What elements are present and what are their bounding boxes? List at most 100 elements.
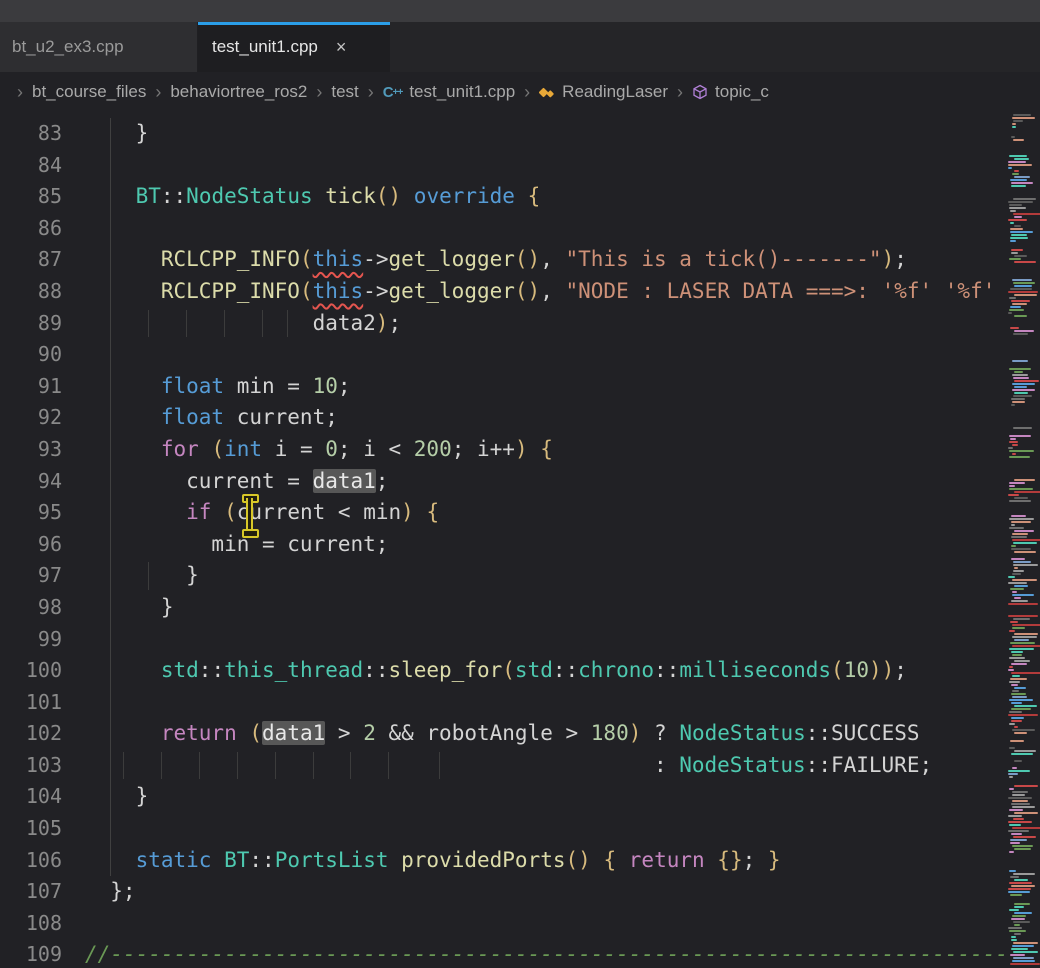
code-line-101[interactable]: 101 [0, 687, 1021, 719]
code-token: NodeStatus [186, 184, 312, 208]
code-area[interactable]: 83 }8485 BT::NodeStatus tick() override … [0, 118, 1021, 968]
line-number[interactable]: 102 [0, 718, 62, 750]
code-token: ::FAILURE; [806, 753, 932, 777]
breadcrumb-item-test[interactable]: test [331, 82, 358, 102]
code-token: current; [224, 405, 338, 429]
close-icon[interactable]: × [336, 38, 347, 56]
minimap-line [1008, 669, 1014, 671]
minimap-line [1008, 291, 1038, 293]
line-number[interactable]: 89 [0, 308, 62, 340]
line-number[interactable]: 87 [0, 244, 62, 276]
minimap-line [1012, 594, 1034, 596]
line-number[interactable]: 97 [0, 560, 62, 592]
minimap-line [1008, 164, 1032, 166]
minimap-line [1014, 879, 1028, 881]
line-number[interactable]: 99 [0, 624, 62, 656]
minimap-line [1012, 915, 1026, 917]
breadcrumb-item-bt_course_files[interactable]: bt_course_files [32, 82, 146, 102]
code-token: current < min [237, 500, 401, 524]
code-line-84[interactable]: 84 [0, 150, 1021, 182]
code-line-89[interactable]: 89 data2); [0, 308, 1021, 340]
code-line-94[interactable]: 94 current = data1; [0, 466, 1021, 498]
breadcrumb-label: bt_course_files [32, 82, 146, 102]
minimap-line [1009, 500, 1031, 502]
code-text: min = current; [85, 529, 388, 561]
code-line-95[interactable]: 95 if (current < min) { [0, 497, 1021, 529]
line-number[interactable]: 91 [0, 371, 62, 403]
code-line-86[interactable]: 86 [0, 213, 1021, 245]
line-number[interactable]: 93 [0, 434, 62, 466]
minimap-line [1011, 398, 1025, 400]
code-line-108[interactable]: 108 [0, 908, 1021, 940]
code-token: 180 [591, 721, 629, 745]
tab-test_unit1[interactable]: test_unit1.cpp × [198, 22, 390, 72]
minimap-line [1011, 136, 1015, 138]
line-number[interactable]: 84 [0, 150, 62, 182]
indent-guide [224, 310, 225, 338]
line-number[interactable]: 98 [0, 592, 62, 624]
code-line-91[interactable]: 91 float min = 10; [0, 371, 1021, 403]
code-token: {} [717, 848, 742, 872]
breadcrumb-item-behaviortree_ros2[interactable]: behaviortree_ros2 [170, 82, 307, 102]
minimap-line [1014, 261, 1036, 263]
editor[interactable]: 83 }8485 BT::NodeStatus tick() override … [0, 112, 1040, 968]
line-number[interactable]: 94 [0, 466, 62, 498]
code-token: && robotAngle > [376, 721, 591, 745]
code-line-100[interactable]: 100 std::this_thread::sleep_for(std::chr… [0, 655, 1021, 687]
code-line-88[interactable]: 88 RCLCPP_INFO(this->get_logger(), "NODE… [0, 276, 1021, 308]
minimap-line [1014, 726, 1018, 728]
code-line-107[interactable]: 107 }; [0, 876, 1021, 908]
code-line-92[interactable]: 92 float current; [0, 402, 1021, 434]
code-line-105[interactable]: 105 [0, 813, 1021, 845]
line-number[interactable]: 92 [0, 402, 62, 434]
breadcrumb-item-ReadingLaser[interactable]: ReadingLaser [539, 82, 668, 102]
tab-bt_u2_ex3[interactable]: bt_u2_ex3.cpp [0, 22, 198, 72]
code-line-98[interactable]: 98 } [0, 592, 1021, 624]
line-number[interactable]: 85 [0, 181, 62, 213]
cpp-file-icon: C++ [383, 84, 403, 101]
minimap-line [1012, 126, 1016, 128]
line-number[interactable]: 104 [0, 781, 62, 813]
code-line-87[interactable]: 87 RCLCPP_INFO(this->get_logger(), "This… [0, 244, 1021, 276]
line-number[interactable]: 83 [0, 118, 62, 150]
breadcrumb-item-test_unit1.cpp[interactable]: C++ test_unit1.cpp [383, 82, 515, 102]
line-number[interactable]: 101 [0, 687, 62, 719]
code-line-90[interactable]: 90 [0, 339, 1021, 371]
code-line-109[interactable]: 109//-----------------------------------… [0, 939, 1021, 968]
code-line-85[interactable]: 85 BT::NodeStatus tick() override { [0, 181, 1021, 213]
code-line-97[interactable]: 97 } [0, 560, 1021, 592]
line-number[interactable]: 105 [0, 813, 62, 845]
line-number[interactable]: 106 [0, 845, 62, 877]
code-line-83[interactable]: 83 } [0, 118, 1021, 150]
line-number[interactable]: 109 [0, 939, 62, 968]
code-line-104[interactable]: 104 } [0, 781, 1021, 813]
code-line-102[interactable]: 102 return (data1 > 2 && robotAngle > 18… [0, 718, 1021, 750]
breadcrumb-label: test_unit1.cpp [409, 82, 515, 102]
minimap-line [1009, 309, 1024, 311]
line-number[interactable]: 100 [0, 655, 62, 687]
line-number[interactable]: 107 [0, 876, 62, 908]
line-number[interactable]: 95 [0, 497, 62, 529]
code-line-96[interactable]: 96 min = current; [0, 529, 1021, 561]
code-line-99[interactable]: 99 [0, 624, 1021, 656]
line-number[interactable]: 90 [0, 339, 62, 371]
code-token: -> [363, 279, 388, 303]
code-line-106[interactable]: 106 static BT::PortsList providedPorts()… [0, 845, 1021, 877]
minimap-line [1012, 690, 1019, 692]
minimap[interactable] [1007, 112, 1040, 968]
line-number[interactable]: 108 [0, 908, 62, 940]
line-number[interactable]: 88 [0, 276, 62, 308]
code-line-103[interactable]: 103 : NodeStatus::FAILURE; [0, 750, 1021, 782]
line-number[interactable]: 86 [0, 213, 62, 245]
minimap-line [1012, 533, 1028, 535]
minimap-line [1008, 603, 1038, 605]
minimap-line [1012, 791, 1028, 793]
minimap-line [1009, 435, 1031, 437]
line-number[interactable]: 96 [0, 529, 62, 561]
line-number[interactable]: 103 [0, 750, 62, 782]
active-tab-accent [198, 22, 390, 25]
minimap-line [1014, 732, 1027, 734]
code-text: }; [85, 876, 136, 908]
breadcrumb-item-topic_c[interactable]: topic_c [692, 82, 769, 102]
code-line-93[interactable]: 93 for (int i = 0; i < 200; i++) { [0, 434, 1021, 466]
